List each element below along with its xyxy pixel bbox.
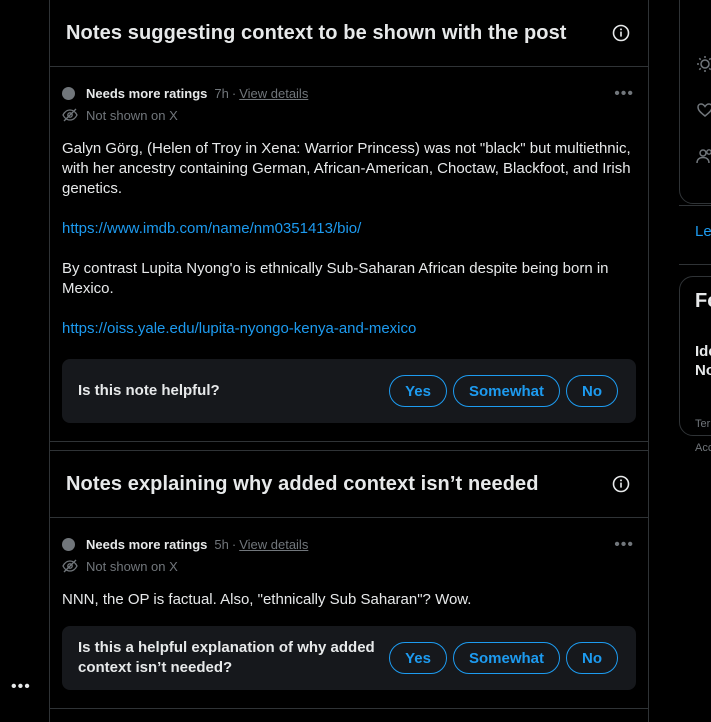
note-status: Needs more ratings [86,536,208,552]
sidebar-more-button[interactable]: ••• [11,678,31,696]
note-visibility: Not shown on X [62,556,636,576]
card-text-line: No [695,362,711,379]
rate-no-button[interactable]: No [566,375,618,407]
view-details-link[interactable]: View details [239,86,308,101]
card-heading: Fo [695,290,711,312]
right-sidebar: Le Fo Ide No Ter Acc [679,0,711,722]
heart-gear-icon [697,103,711,117]
note-time: 5h [214,536,229,552]
status-dot-icon [62,537,75,551]
info-icon[interactable] [610,22,632,44]
rating-prompt: Is this note helpful? Yes Somewhat No [62,359,636,423]
note-card: Needs more ratings 7h · View details •••… [50,67,648,442]
view-details-link[interactable]: View details [239,537,308,552]
eye-off-icon [62,108,78,122]
visibility-label: Not shown on X [86,107,178,123]
rating-buttons: Yes Somewhat No [389,642,618,674]
status-dot-icon [62,86,75,100]
more-options-icon[interactable]: ••• [614,85,634,103]
note-source-link[interactable]: https://www.imdb.com/name/nm0351413/bio/ [62,220,361,237]
footer-link-terms[interactable]: Ter [695,418,710,430]
learn-more-link[interactable]: Le [695,223,711,240]
section-header-suggesting: Notes suggesting context to be shown wit… [50,0,648,67]
more-options-icon[interactable]: ••• [614,536,634,554]
meta-separator: · [231,85,237,101]
note-source-link[interactable]: https://oiss.yale.edu/lupita-nyongo-keny… [62,320,416,337]
footer-link-accessibility[interactable]: Acc [695,442,711,454]
sidebar-divider [679,264,711,265]
meta-separator: · [231,536,237,552]
note-status: Needs more ratings [86,85,208,101]
section-header-not-needed: Notes explaining why added context isn’t… [50,451,648,518]
note-body: NNN, the OP is factual. Also, "ethnicall… [62,590,636,610]
note-paragraph: Galyn Görg, (Helen of Troy in Xena: Warr… [62,140,631,197]
section-title: Notes suggesting context to be shown wit… [66,21,567,44]
note-card: Needs more ratings 5h · View details •••… [50,518,648,709]
eye-off-icon [62,559,78,573]
sidebar-card: Fo Ide No [679,276,711,436]
note-meta: Needs more ratings 7h · View details [62,83,636,103]
rating-question: Is this a helpful explanation of why add… [78,639,375,676]
rate-no-button[interactable]: No [566,642,618,674]
section-divider [50,442,648,451]
note-body: Galyn Görg, (Helen of Troy in Xena: Warr… [62,139,636,339]
notes-column: Notes suggesting context to be shown wit… [49,0,649,722]
note-paragraph: NNN, the OP is factual. Also, "ethnicall… [62,591,472,608]
people-icon [696,149,711,164]
rating-question: Is this note helpful? [78,382,220,399]
info-icon[interactable] [610,473,632,495]
sidebar-card [679,0,711,204]
section-title: Notes explaining why added context isn’t… [66,472,539,495]
lightbulb-icon [697,56,711,72]
rate-yes-button[interactable]: Yes [389,642,447,674]
note-time: 7h [214,85,229,101]
rate-yes-button[interactable]: Yes [389,375,447,407]
rating-prompt: Is this a helpful explanation of why add… [62,626,636,690]
rate-somewhat-button[interactable]: Somewhat [452,642,560,674]
sidebar-divider [679,205,711,206]
visibility-label: Not shown on X [86,558,178,574]
card-text-line: Ide [695,343,711,360]
note-meta: Needs more ratings 5h · View details [62,534,636,554]
rate-somewhat-button[interactable]: Somewhat [452,375,560,407]
rating-buttons: Yes Somewhat No [389,375,618,407]
note-visibility: Not shown on X [62,105,636,125]
note-paragraph: By contrast Lupita Nyong'o is ethnically… [62,260,609,297]
